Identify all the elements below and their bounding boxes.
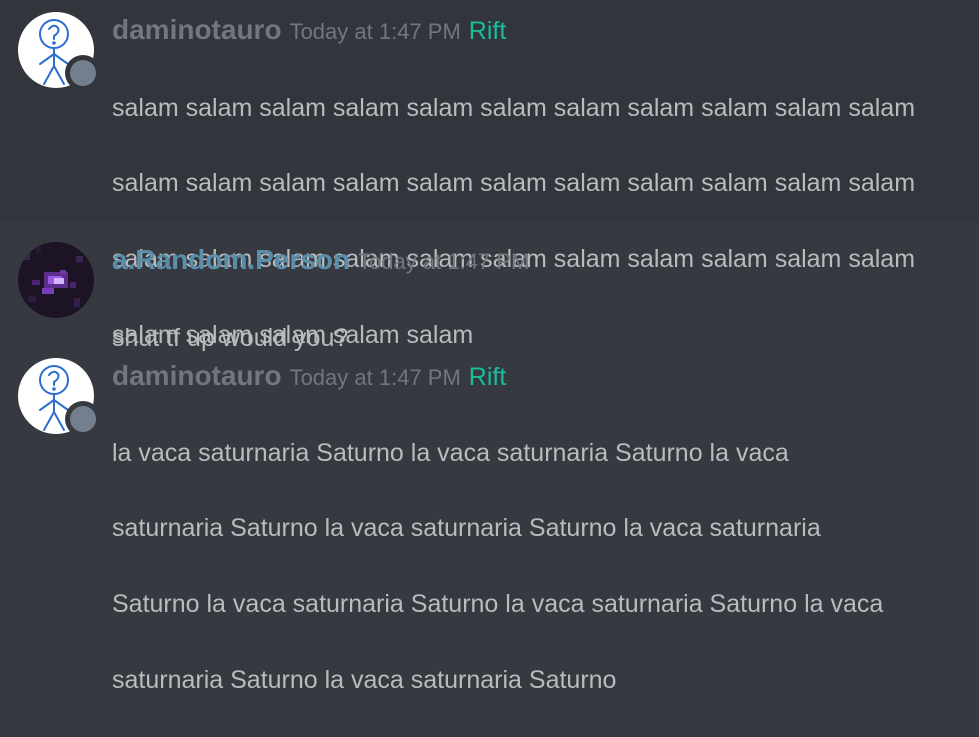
username[interactable]: daminotauro — [112, 14, 282, 45]
avatar[interactable] — [18, 242, 94, 318]
role-tag[interactable]: Rift — [469, 17, 507, 45]
message-line: saturnaria Saturno la vaca saturnaria Sa… — [112, 665, 617, 694]
message-line: Saturno la vaca saturnaria Saturno la va… — [112, 589, 884, 618]
timestamp[interactable]: Today at 1:47 PM — [358, 249, 529, 274]
username[interactable]: daminotauro — [112, 360, 282, 391]
message-line: salam salam salam salam salam salam sala… — [112, 93, 916, 122]
offline-status-icon — [70, 60, 96, 86]
pixel-art-avatar-icon — [18, 242, 94, 318]
username[interactable]: a.Random.Person — [112, 244, 350, 275]
chat-window: { "messages": [ { "username": "daminotau… — [0, 0, 979, 694]
message-header: a.Random.Person Today at 1:47 PM — [112, 243, 529, 282]
offline-status-icon — [70, 406, 96, 432]
avatar[interactable] — [18, 12, 96, 88]
message-3: daminotauro Today at 1:47 PM Rift la vaca … — [0, 340, 979, 694]
message-line: saturnaria Saturno la vaca saturnaria Sa… — [112, 514, 821, 543]
role-tag[interactable]: Rift — [469, 363, 507, 391]
message-line: salam salam salam salam salam salam sala… — [112, 169, 916, 198]
message-header: daminotauro Today at 1:47 PM Rift — [112, 13, 506, 52]
timestamp[interactable]: Today at 1:47 PM — [290, 19, 461, 44]
message-1: daminotauro Today at 1:47 PM Rift salam sa… — [0, 0, 979, 349]
avatar[interactable] — [18, 358, 96, 434]
message-header: daminotauro Today at 1:47 PM Rift — [112, 359, 506, 398]
message-2: a.Random.Person Today at 1:47 PM shut tf … — [0, 220, 979, 352]
message-line: la vaca saturnaria Saturno la vaca satur… — [112, 438, 789, 467]
message-content: la vaca saturnaria Saturno la vaca satur… — [112, 397, 974, 737]
timestamp[interactable]: Today at 1:47 PM — [290, 365, 461, 390]
